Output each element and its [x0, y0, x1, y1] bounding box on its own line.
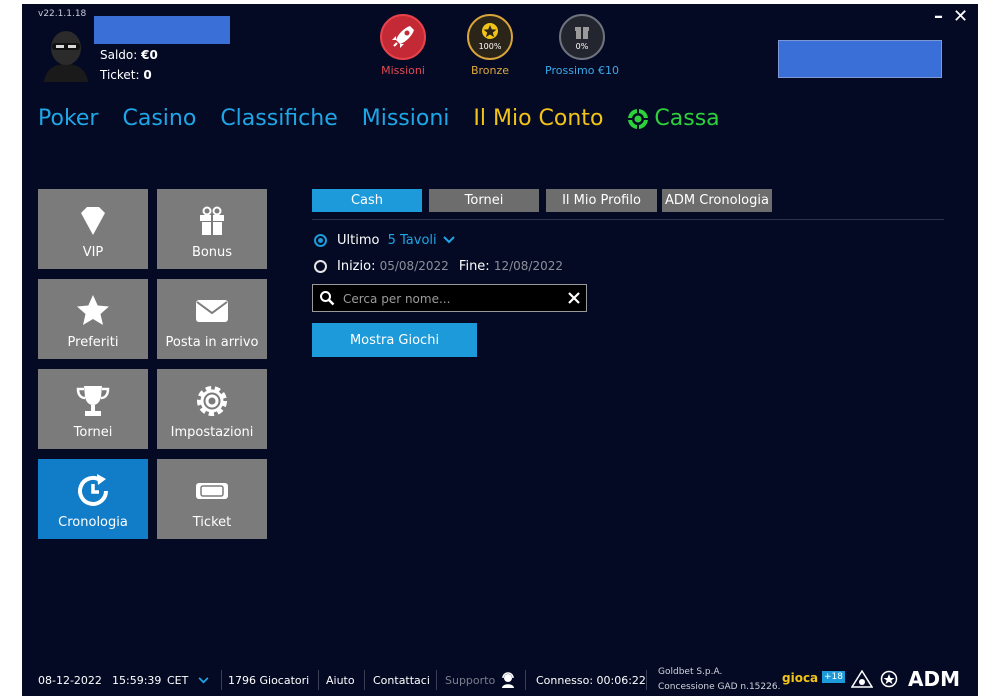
ticket-value: 0 — [143, 68, 152, 82]
search-input[interactable] — [341, 288, 565, 310]
tile-vip[interactable]: VIP — [38, 189, 148, 269]
next-reward-badge[interactable]: 0% Prossimo €10 — [540, 14, 624, 77]
chevron-down-icon — [198, 677, 209, 684]
avatar[interactable] — [38, 26, 94, 82]
timezone-value: CET — [167, 674, 189, 687]
support-link[interactable]: Supporto — [445, 674, 495, 687]
minimize-button[interactable]: – — [934, 6, 943, 27]
contact-link[interactable]: Contattaci — [373, 674, 430, 687]
tables-dropdown-value: 5 Tavoli — [387, 233, 437, 248]
balance-label: Saldo: €0 — [100, 48, 158, 62]
diamond-icon — [81, 207, 105, 235]
bronze-badge[interactable]: 100% Bronze — [450, 14, 530, 77]
age-18-badge: +18 — [822, 671, 845, 683]
nav-missioni[interactable]: Missioni — [362, 106, 450, 131]
bronze-badge-label: Bronze — [470, 64, 510, 77]
nav-cassa[interactable]: Cassa — [627, 106, 743, 131]
tables-dropdown[interactable]: 5 Tavoli — [388, 233, 455, 248]
tile-ticket[interactable]: Ticket — [157, 459, 267, 539]
tile-posta[interactable]: Posta in arrivo — [157, 279, 267, 359]
version-label: v22.1.1.18 — [38, 9, 87, 19]
ticket-label: Ticket: — [100, 68, 140, 82]
search-icon — [320, 291, 335, 306]
help-link[interactable]: Aiuto — [326, 674, 355, 687]
next-reward-pct: 0% — [575, 42, 589, 51]
chevron-down-icon — [443, 236, 455, 244]
gift-icon — [575, 27, 589, 39]
tile-label: Preferiti — [67, 335, 119, 350]
star-icon — [482, 23, 498, 39]
tile-label: Bonus — [191, 245, 233, 260]
timezone-dropdown[interactable]: CET — [167, 674, 209, 687]
player-count: 1796 Giocatori — [228, 674, 310, 687]
date-range-row: Inizio: 05/08/2022 Fine: 12/08/2022 — [337, 259, 563, 274]
bronze-pct: 100% — [478, 42, 502, 51]
tile-label: Impostazioni — [170, 425, 254, 440]
tile-impostazioni[interactable]: Impostazioni — [157, 369, 267, 449]
trophy-icon — [76, 386, 110, 416]
clear-search-icon[interactable] — [568, 292, 580, 304]
end-date-label: Fine: — [458, 259, 490, 274]
nav-cassa-label: Cassa — [654, 106, 720, 131]
tile-label: VIP — [82, 245, 104, 260]
poker-chip-icon — [628, 108, 649, 129]
ultimo-row: Ultimo 5 Tavoli — [337, 233, 455, 248]
missions-badge[interactable]: Missioni — [363, 14, 443, 77]
support-agent-icon[interactable] — [500, 672, 516, 688]
aams-emblem-icon — [851, 670, 873, 688]
close-button[interactable]: ✕ — [953, 6, 968, 27]
tile-label: Cronologia — [58, 515, 128, 530]
star-icon — [77, 295, 109, 325]
tab-cash[interactable]: Cash — [312, 189, 422, 212]
envelope-icon — [196, 300, 228, 322]
saldo-label: Saldo: — [100, 48, 138, 62]
start-date-label: Inizio: — [337, 259, 376, 274]
username-redacted — [94, 16, 230, 44]
search-box — [312, 284, 587, 312]
nav-il-mio-conto[interactable]: Il Mio Conto — [473, 106, 603, 131]
tab-tornei[interactable]: Tornei — [429, 189, 539, 212]
connection-timer: Connesso: 00:06:22 — [536, 674, 646, 687]
state-emblem-icon — [880, 670, 898, 688]
tile-label: Posta in arrivo — [165, 335, 259, 350]
company-name: Goldbet S.p.A. — [658, 667, 723, 677]
tile-tornei[interactable]: Tornei — [38, 369, 148, 449]
radio-ultimo[interactable] — [314, 234, 327, 247]
saldo-value: €0 — [141, 48, 158, 62]
history-icon — [78, 474, 108, 506]
history-tabs: Cash Tornei Il Mio Profilo ADM Cronologi… — [312, 189, 944, 220]
account-redacted — [778, 40, 942, 78]
license-number: Concessione GAD n.15226. — [658, 682, 781, 692]
gear-icon — [197, 386, 227, 416]
main-nav: Poker Casino Classifiche Missioni Il Mio… — [38, 106, 768, 131]
rocket-icon — [392, 26, 414, 48]
start-date-value[interactable]: 05/08/2022 — [380, 259, 449, 273]
ticket-icon — [196, 483, 228, 499]
nav-classifiche[interactable]: Classifiche — [220, 106, 337, 131]
gift-icon — [200, 206, 224, 235]
tile-cronologia[interactable]: Cronologia — [38, 459, 148, 539]
poker-client-window: v22.1.1.18 Saldo: €0 Ticket: 0 Missioni — [22, 4, 978, 696]
next-reward-label: Prossimo €10 — [545, 64, 619, 77]
end-date-value[interactable]: 12/08/2022 — [494, 259, 563, 273]
nav-poker[interactable]: Poker — [38, 106, 98, 131]
show-games-button[interactable]: Mostra Giochi — [312, 323, 477, 357]
tile-preferiti[interactable]: Preferiti — [38, 279, 148, 359]
footer-date: 08-12-2022 — [38, 674, 102, 687]
ultimo-label: Ultimo — [337, 233, 380, 248]
status-bar: 08-12-2022 15:59:39 CET 1796 Giocatori A… — [22, 662, 978, 696]
gioca-responsabile-logo: gioca — [782, 671, 819, 685]
ticket-count: Ticket: 0 — [100, 68, 152, 82]
tile-label: Tornei — [73, 425, 113, 440]
tab-il-mio-profilo[interactable]: Il Mio Profilo — [546, 189, 657, 212]
tile-label: Ticket — [192, 515, 232, 530]
tile-bonus[interactable]: Bonus — [157, 189, 267, 269]
footer-time: 15:59:39 — [112, 674, 162, 687]
tab-adm-cronologia[interactable]: ADM Cronologia — [662, 189, 772, 212]
adm-logo: ADM — [908, 667, 960, 691]
missions-badge-label: Missioni — [381, 64, 425, 77]
radio-date-range[interactable] — [314, 260, 327, 273]
nav-casino[interactable]: Casino — [122, 106, 196, 131]
